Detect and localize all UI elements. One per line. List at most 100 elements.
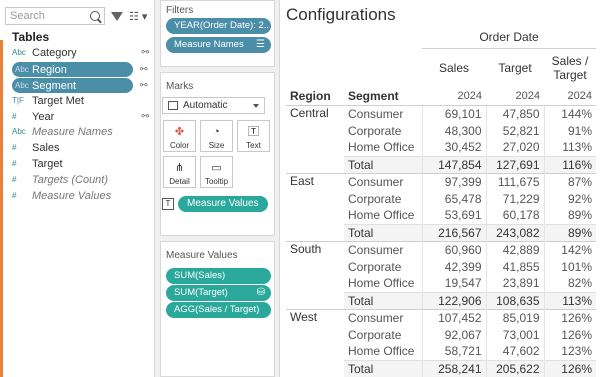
cell-ratio[interactable]: 123% xyxy=(543,343,596,360)
segment-label[interactable]: Consumer xyxy=(344,240,422,258)
column-group-header[interactable]: Order Date xyxy=(422,26,596,49)
field-target-met[interactable]: T|F Target Met xyxy=(12,93,149,108)
view-options-icon[interactable]: ☷ ▾ xyxy=(129,10,147,23)
row-header-region[interactable]: Region xyxy=(286,88,344,105)
cell-sales[interactable]: 147,854 xyxy=(421,155,486,173)
cell-target[interactable]: 52,821 xyxy=(485,122,544,139)
cell-target[interactable]: 71,229 xyxy=(485,190,544,207)
segment-label[interactable]: Home Office xyxy=(344,207,422,224)
field-measure-values[interactable]: # Measure Values xyxy=(12,188,149,203)
cell-sales[interactable]: 69,101 xyxy=(421,104,486,122)
cell-target[interactable]: 23,891 xyxy=(485,275,544,292)
cell-target[interactable]: 127,691 xyxy=(485,155,544,173)
cell-ratio[interactable]: 126% xyxy=(543,308,596,326)
cell-sales[interactable]: 53,691 xyxy=(421,207,486,224)
cell-target[interactable]: 243,082 xyxy=(485,223,544,241)
cell-sales[interactable]: 92,067 xyxy=(421,326,486,343)
segment-label[interactable]: Home Office xyxy=(344,275,422,292)
col-header-target[interactable]: Target xyxy=(486,48,544,88)
field-targets-count[interactable]: # Targets (Count) xyxy=(12,172,149,187)
cell-target[interactable]: 47,850 xyxy=(485,104,544,122)
cell-ratio[interactable]: 82% xyxy=(543,275,596,292)
cell-ratio[interactable]: 126% xyxy=(543,326,596,343)
cell-ratio[interactable]: 113% xyxy=(543,291,596,309)
filter-icon[interactable] xyxy=(111,11,123,21)
cell-sales[interactable]: 42,399 xyxy=(421,258,486,275)
segment-label[interactable]: Consumer xyxy=(344,172,422,190)
measure-pill-sum-target[interactable]: SUM(Target) ⛁ xyxy=(166,285,271,301)
search-input[interactable]: Search xyxy=(5,7,105,25)
cell-target[interactable]: 41,855 xyxy=(485,258,544,275)
field-sales[interactable]: # Sales xyxy=(12,140,149,155)
segment-label[interactable]: Home Office xyxy=(344,139,422,156)
field-year[interactable]: # Year ⚯ xyxy=(12,109,149,124)
segment-label[interactable]: Home Office xyxy=(344,343,422,360)
cell-ratio[interactable]: 113% xyxy=(543,139,596,156)
region-label[interactable]: South xyxy=(286,240,344,309)
cell-ratio[interactable]: 89% xyxy=(543,223,596,241)
cell-sales[interactable]: 97,399 xyxy=(421,172,486,190)
cell-sales[interactable]: 58,721 xyxy=(421,343,486,360)
field-segment[interactable]: Abc Segment xyxy=(12,78,133,93)
cell-sales[interactable]: 122,906 xyxy=(421,291,486,309)
cell-ratio[interactable]: 116% xyxy=(543,155,596,173)
segment-label[interactable]: Corporate xyxy=(344,258,422,275)
cell-sales[interactable]: 107,452 xyxy=(421,308,486,326)
cell-ratio[interactable]: 144% xyxy=(543,104,596,122)
cell-ratio[interactable]: 101% xyxy=(543,258,596,275)
segment-label[interactable]: Consumer xyxy=(344,104,422,122)
measure-pill-sum-sales[interactable]: SUM(Sales) xyxy=(166,268,271,284)
cell-sales[interactable]: 65,478 xyxy=(421,190,486,207)
cell-target[interactable]: 42,889 xyxy=(485,240,544,258)
segment-label[interactable]: Total xyxy=(344,155,422,173)
cell-target[interactable]: 108,635 xyxy=(485,291,544,309)
region-label[interactable]: East xyxy=(286,172,344,241)
field-category[interactable]: Abc Category ⚯ xyxy=(12,45,149,60)
segment-label[interactable]: Total xyxy=(344,291,422,309)
cell-target[interactable]: 47,602 xyxy=(485,343,544,360)
cell-target[interactable]: 205,622 xyxy=(485,359,544,377)
segment-label[interactable]: Consumer xyxy=(344,308,422,326)
cell-target[interactable]: 111,675 xyxy=(485,172,544,190)
measure-pill-agg-ratio[interactable]: AGG(Sales / Target) xyxy=(166,302,271,318)
row-header-segment[interactable]: Segment xyxy=(344,88,422,105)
cell-target[interactable]: 73,001 xyxy=(485,326,544,343)
cell-sales[interactable]: 258,241 xyxy=(421,359,486,377)
segment-label[interactable]: Corporate xyxy=(344,122,422,139)
col-header-ratio[interactable]: Sales / Target xyxy=(544,48,596,88)
field-measure-names[interactable]: Abc Measure Names xyxy=(12,124,149,139)
cell-sales[interactable]: 216,567 xyxy=(421,223,486,241)
col-header-sales[interactable]: Sales xyxy=(422,48,486,88)
segment-label[interactable]: Corporate xyxy=(344,190,422,207)
cell-ratio[interactable]: 89% xyxy=(543,207,596,224)
color-button[interactable]: ✤ Color xyxy=(163,120,196,152)
detail-button[interactable]: ⋔ Detail xyxy=(163,156,196,188)
cell-sales[interactable]: 19,547 xyxy=(421,275,486,292)
search-icon[interactable] xyxy=(90,11,100,21)
field-target[interactable]: # Target xyxy=(12,156,149,171)
cell-ratio[interactable]: 87% xyxy=(543,172,596,190)
cell-target[interactable]: 60,178 xyxy=(485,207,544,224)
segment-label[interactable]: Total xyxy=(344,359,422,377)
region-label[interactable]: Central xyxy=(286,104,344,173)
text-button[interactable]: 🅃 Text xyxy=(237,120,270,152)
segment-label[interactable]: Corporate xyxy=(344,326,422,343)
region-label[interactable]: West xyxy=(286,308,344,377)
tooltip-button[interactable]: ▭ Tooltip xyxy=(200,156,233,188)
text-pill-measure-values[interactable]: Measure Values xyxy=(178,196,268,212)
cell-ratio[interactable]: 91% xyxy=(543,122,596,139)
cell-ratio[interactable]: 92% xyxy=(543,190,596,207)
cell-ratio[interactable]: 142% xyxy=(543,240,596,258)
filter-pill-measure-names[interactable]: Measure Names ☰ xyxy=(166,37,271,53)
segment-label[interactable]: Total xyxy=(344,223,422,241)
cell-sales[interactable]: 48,300 xyxy=(421,122,486,139)
filter-pill-year[interactable]: YEAR(Order Date): 2.. xyxy=(166,18,271,34)
cell-sales[interactable]: 30,452 xyxy=(421,139,486,156)
mark-type-dropdown[interactable]: Automatic xyxy=(162,97,265,114)
cell-ratio[interactable]: 126% xyxy=(543,359,596,377)
size-button[interactable]: ◔ Size xyxy=(200,120,233,152)
cell-sales[interactable]: 60,960 xyxy=(421,240,486,258)
cell-target[interactable]: 85,019 xyxy=(485,308,544,326)
field-region[interactable]: Abc Region xyxy=(12,62,133,77)
cell-target[interactable]: 27,020 xyxy=(485,139,544,156)
